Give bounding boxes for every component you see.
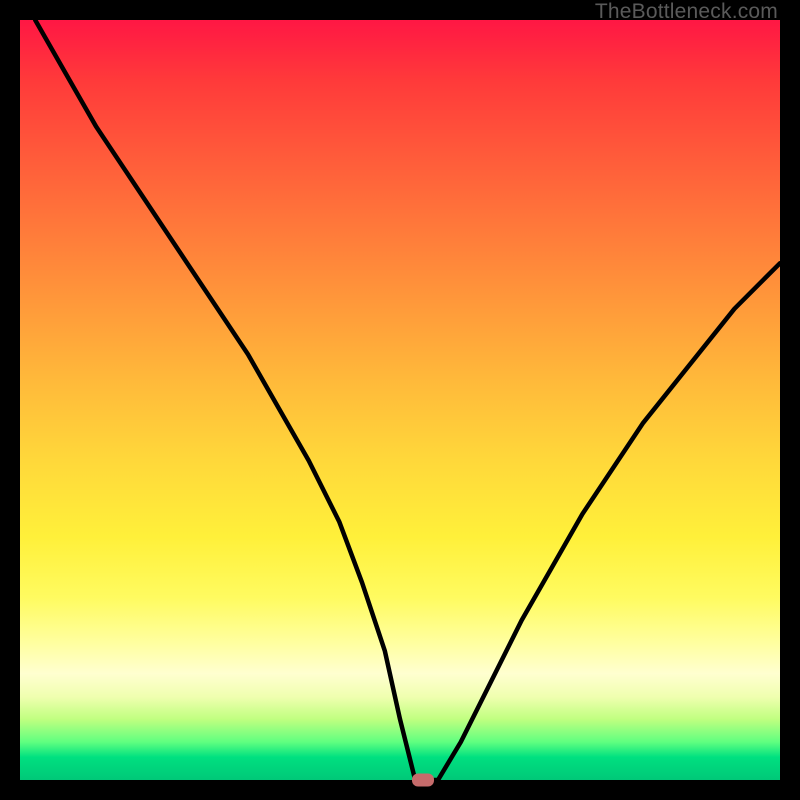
bottleneck-curve [20, 20, 780, 780]
chart-container: TheBottleneck.com [0, 0, 800, 800]
plot-area [20, 20, 780, 780]
optimal-point-marker [412, 774, 434, 787]
